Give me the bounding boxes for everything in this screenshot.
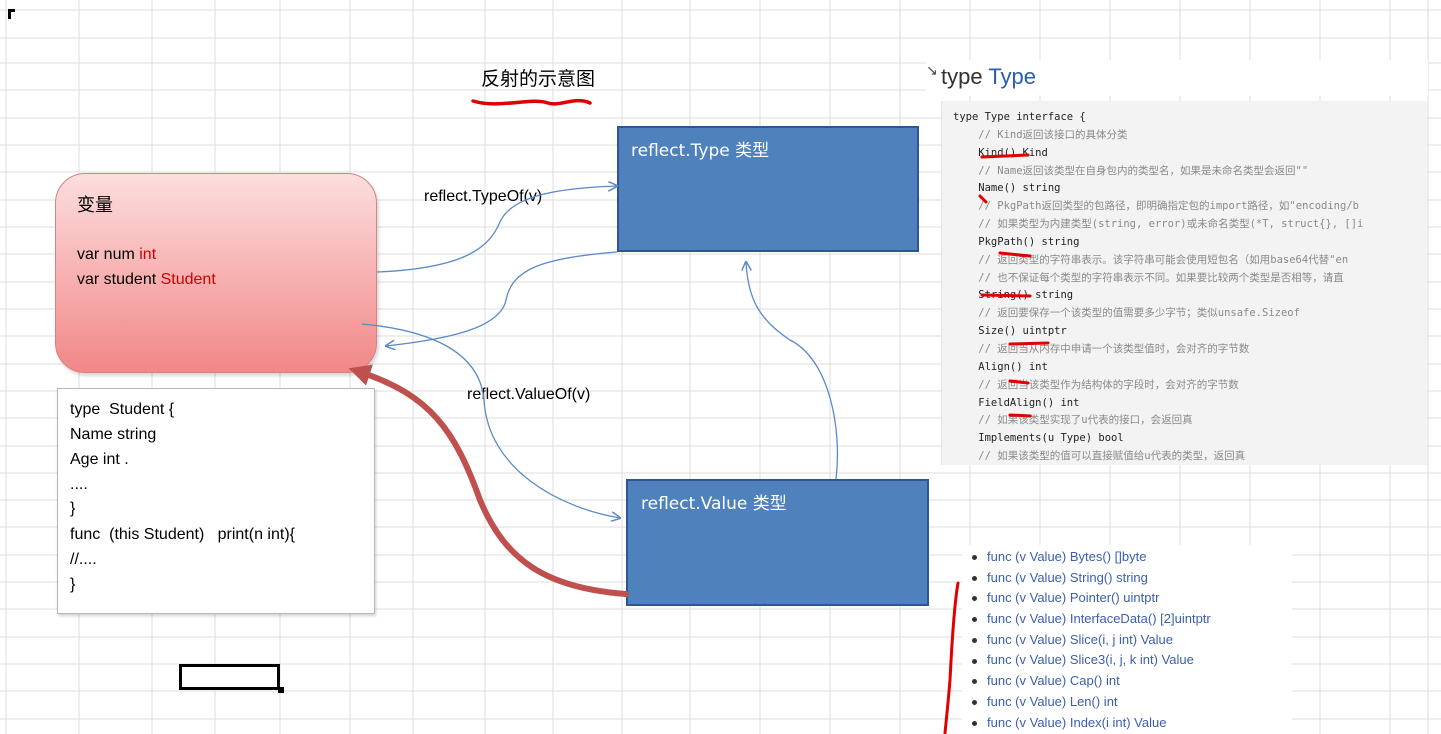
type-doc-line: Align() int bbox=[942, 359, 1427, 377]
struct-code-box[interactable] bbox=[57, 388, 375, 614]
var-student-type: Student bbox=[160, 271, 216, 288]
type-doc-comment: // 也不保证每个类型的字符串表示不同。如果要比较两个类型是否相等，请直 bbox=[953, 271, 1344, 284]
type-doc-line: FieldAlign() int bbox=[942, 395, 1427, 413]
type-doc-line: // 如果该类型实现了u代表的接口，会返回真 bbox=[942, 412, 1427, 430]
value-method-item[interactable]: func (v Value) Len() int bbox=[962, 692, 1292, 713]
typeof-arrow-label: reflect.TypeOf(v) bbox=[424, 188, 543, 205]
bullet-icon bbox=[972, 617, 977, 623]
value-method-item[interactable]: func (v Value) Bytes() []byte bbox=[962, 547, 1292, 568]
selected-cell[interactable] bbox=[179, 664, 280, 690]
bullet-icon bbox=[972, 555, 977, 561]
value-method-item[interactable]: func (v Value) InterfaceData() [2]uintpt… bbox=[962, 609, 1292, 630]
value-method-link[interactable]: func (v Value) Pointer() uintptr bbox=[987, 590, 1159, 605]
type-doc-comment: // 返回要保存一个该类型的值需要多少字节；类似unsafe.Sizeof bbox=[953, 307, 1300, 320]
type-doc-code-block: type Type interface { // Kind返回该接口的具体分类 … bbox=[941, 101, 1427, 465]
bullet-icon bbox=[972, 699, 977, 705]
type-doc-line: // 返回当该类型作为结构体的字段时，会对齐的字节数 bbox=[942, 377, 1427, 395]
reflect-type-label: reflect.Type 类型 bbox=[631, 141, 770, 161]
type-doc-code: Align() int bbox=[953, 360, 1048, 373]
var-num-type: int bbox=[139, 246, 157, 263]
type-doc-comment: // Name返回该类型在自身包内的类型名，如果是未命名类型会返回"" bbox=[953, 164, 1309, 177]
var-num-prefix: var num bbox=[77, 246, 140, 263]
bullet-icon bbox=[972, 596, 977, 602]
type-doc-comment: // 返回类型的字符串表示。该字符串可能会使用短包名（如用base64代替"en bbox=[953, 253, 1349, 266]
type-doc-title: type Type bbox=[941, 64, 1036, 90]
valueof-arrow-label: reflect.ValueOf(v) bbox=[467, 386, 591, 403]
code-line: .... bbox=[70, 476, 88, 493]
type-doc-line: // 返回当从内存中申请一个该类型值时，会对齐的字节数 bbox=[942, 341, 1427, 359]
bullet-icon bbox=[972, 679, 977, 685]
code-line: Name string bbox=[70, 426, 157, 443]
code-line: Age int . bbox=[70, 451, 129, 468]
value-methods-list: func (v Value) Bytes() []byte func (v Val… bbox=[962, 545, 1292, 734]
value-method-item[interactable]: func (v Value) Pointer() uintptr bbox=[962, 588, 1292, 609]
type-doc-code: Implements(u Type) bool bbox=[953, 432, 1124, 445]
type-doc-line: // 也不保证每个类型的字符串表示不同。如果要比较两个类型是否相等，请直 bbox=[942, 270, 1427, 288]
type-doc-comment: // 返回当从内存中申请一个该类型值时，会对齐的字节数 bbox=[953, 342, 1250, 355]
type-doc-line: Implements(u Type) bool bbox=[942, 430, 1427, 448]
value-method-link[interactable]: func (v Value) String() string bbox=[987, 570, 1148, 585]
value-method-item[interactable]: func (v Value) String() string bbox=[962, 568, 1292, 589]
code-line: } bbox=[70, 576, 76, 593]
type-doc-code: Kind() Kind bbox=[953, 146, 1048, 159]
diagram-title: 反射的示意图 bbox=[481, 68, 596, 90]
var-student-line: var student Student bbox=[77, 271, 216, 289]
value-method-link[interactable]: func (v Value) Slice(i, j int) Value bbox=[987, 632, 1173, 647]
type-doc-line: Kind() Kind bbox=[942, 145, 1427, 163]
expand-arrow-icon: ↘ bbox=[926, 62, 938, 78]
var-num-line: var num int bbox=[77, 246, 156, 264]
type-doc-comment: // Kind返回该接口的具体分类 bbox=[953, 128, 1128, 141]
type-doc-line: type Type interface { bbox=[942, 109, 1427, 127]
code-line: type Student { bbox=[70, 401, 175, 418]
type-doc-title-keyword: type bbox=[941, 64, 983, 89]
value-method-link[interactable]: func (v Value) Index(i int) Value bbox=[987, 715, 1166, 730]
fill-handle[interactable] bbox=[278, 687, 284, 693]
code-line: //.... bbox=[70, 551, 97, 568]
type-doc-line: // PkgPath返回类型的包路径，即明确指定包的import路径，如"enc… bbox=[942, 198, 1427, 216]
value-method-link[interactable]: func (v Value) InterfaceData() [2]uintpt… bbox=[987, 611, 1211, 626]
bullet-icon bbox=[972, 575, 977, 581]
code-line: func (this Student) print(n int){ bbox=[70, 526, 295, 543]
type-doc-line: // 返回要保存一个该类型的值需要多少字节；类似unsafe.Sizeof bbox=[942, 305, 1427, 323]
var-student-prefix: var student bbox=[77, 271, 161, 288]
value-method-item[interactable]: func (v Value) Cap() int bbox=[962, 671, 1292, 692]
value-method-item[interactable]: func (v Value) Slice3(i, j, k int) Value bbox=[962, 650, 1292, 671]
type-doc-code: FieldAlign() int bbox=[953, 396, 1080, 409]
reflect-value-label: reflect.Value 类型 bbox=[641, 494, 787, 514]
value-method-link[interactable]: func (v Value) Bytes() []byte bbox=[987, 549, 1146, 564]
type-doc-code: Name() string bbox=[953, 182, 1061, 195]
bullet-icon bbox=[972, 658, 977, 664]
type-doc-line: // Name返回该类型在自身包内的类型名，如果是未命名类型会返回"" bbox=[942, 163, 1427, 181]
sheet-corner-mark bbox=[8, 9, 15, 19]
bullet-icon bbox=[972, 720, 977, 726]
type-doc-line: Size() uintptr bbox=[942, 323, 1427, 341]
type-doc-line: Name() string bbox=[942, 180, 1427, 198]
value-method-link[interactable]: func (v Value) Cap() int bbox=[987, 673, 1120, 688]
type-doc-comment: // 返回当该类型作为结构体的字段时，会对齐的字节数 bbox=[953, 378, 1239, 391]
type-doc-code: String() string bbox=[953, 289, 1074, 302]
type-doc-code: Size() uintptr bbox=[953, 325, 1067, 338]
bullet-icon bbox=[972, 637, 977, 643]
type-doc-line: // 如果该类型的值可以直接赋值给u代表的类型，返回真 bbox=[942, 448, 1427, 465]
value-method-item[interactable]: func (v Value) Slice(i, j int) Value bbox=[962, 630, 1292, 651]
type-doc-comment: // 如果该类型的值可以直接赋值给u代表的类型，返回真 bbox=[953, 450, 1246, 463]
value-method-link[interactable]: func (v Value) Slice3(i, j, k int) Value bbox=[987, 652, 1194, 667]
type-doc-line: String() string bbox=[942, 287, 1427, 305]
type-doc-line: // 返回类型的字符串表示。该字符串可能会使用短包名（如用base64代替"en bbox=[942, 252, 1427, 270]
code-line: } bbox=[70, 500, 76, 517]
type-doc-code: PkgPath() string bbox=[953, 235, 1080, 248]
value-method-link[interactable]: func (v Value) Len() int bbox=[987, 694, 1118, 709]
type-doc-title-name: Type bbox=[988, 64, 1037, 89]
type-doc-line: PkgPath() string bbox=[942, 234, 1427, 252]
value-method-item[interactable]: func (v Value) Index(i int) Value bbox=[962, 713, 1292, 734]
type-doc-line: // 如果类型为内建类型(string, error)或未命名类型(*T, st… bbox=[942, 216, 1427, 234]
type-doc-comment: // PkgPath返回类型的包路径，即明确指定包的import路径，如"enc… bbox=[953, 200, 1359, 213]
type-doc-code: type Type interface { bbox=[953, 111, 1086, 123]
type-doc-comment: // 如果该类型实现了u代表的接口，会返回真 bbox=[953, 414, 1193, 427]
variable-box-title: 变量 bbox=[77, 195, 113, 216]
type-doc-comment: // 如果类型为内建类型(string, error)或未命名类型(*T, st… bbox=[953, 218, 1364, 231]
type-doc-line: // Kind返回该接口的具体分类 bbox=[942, 127, 1427, 145]
